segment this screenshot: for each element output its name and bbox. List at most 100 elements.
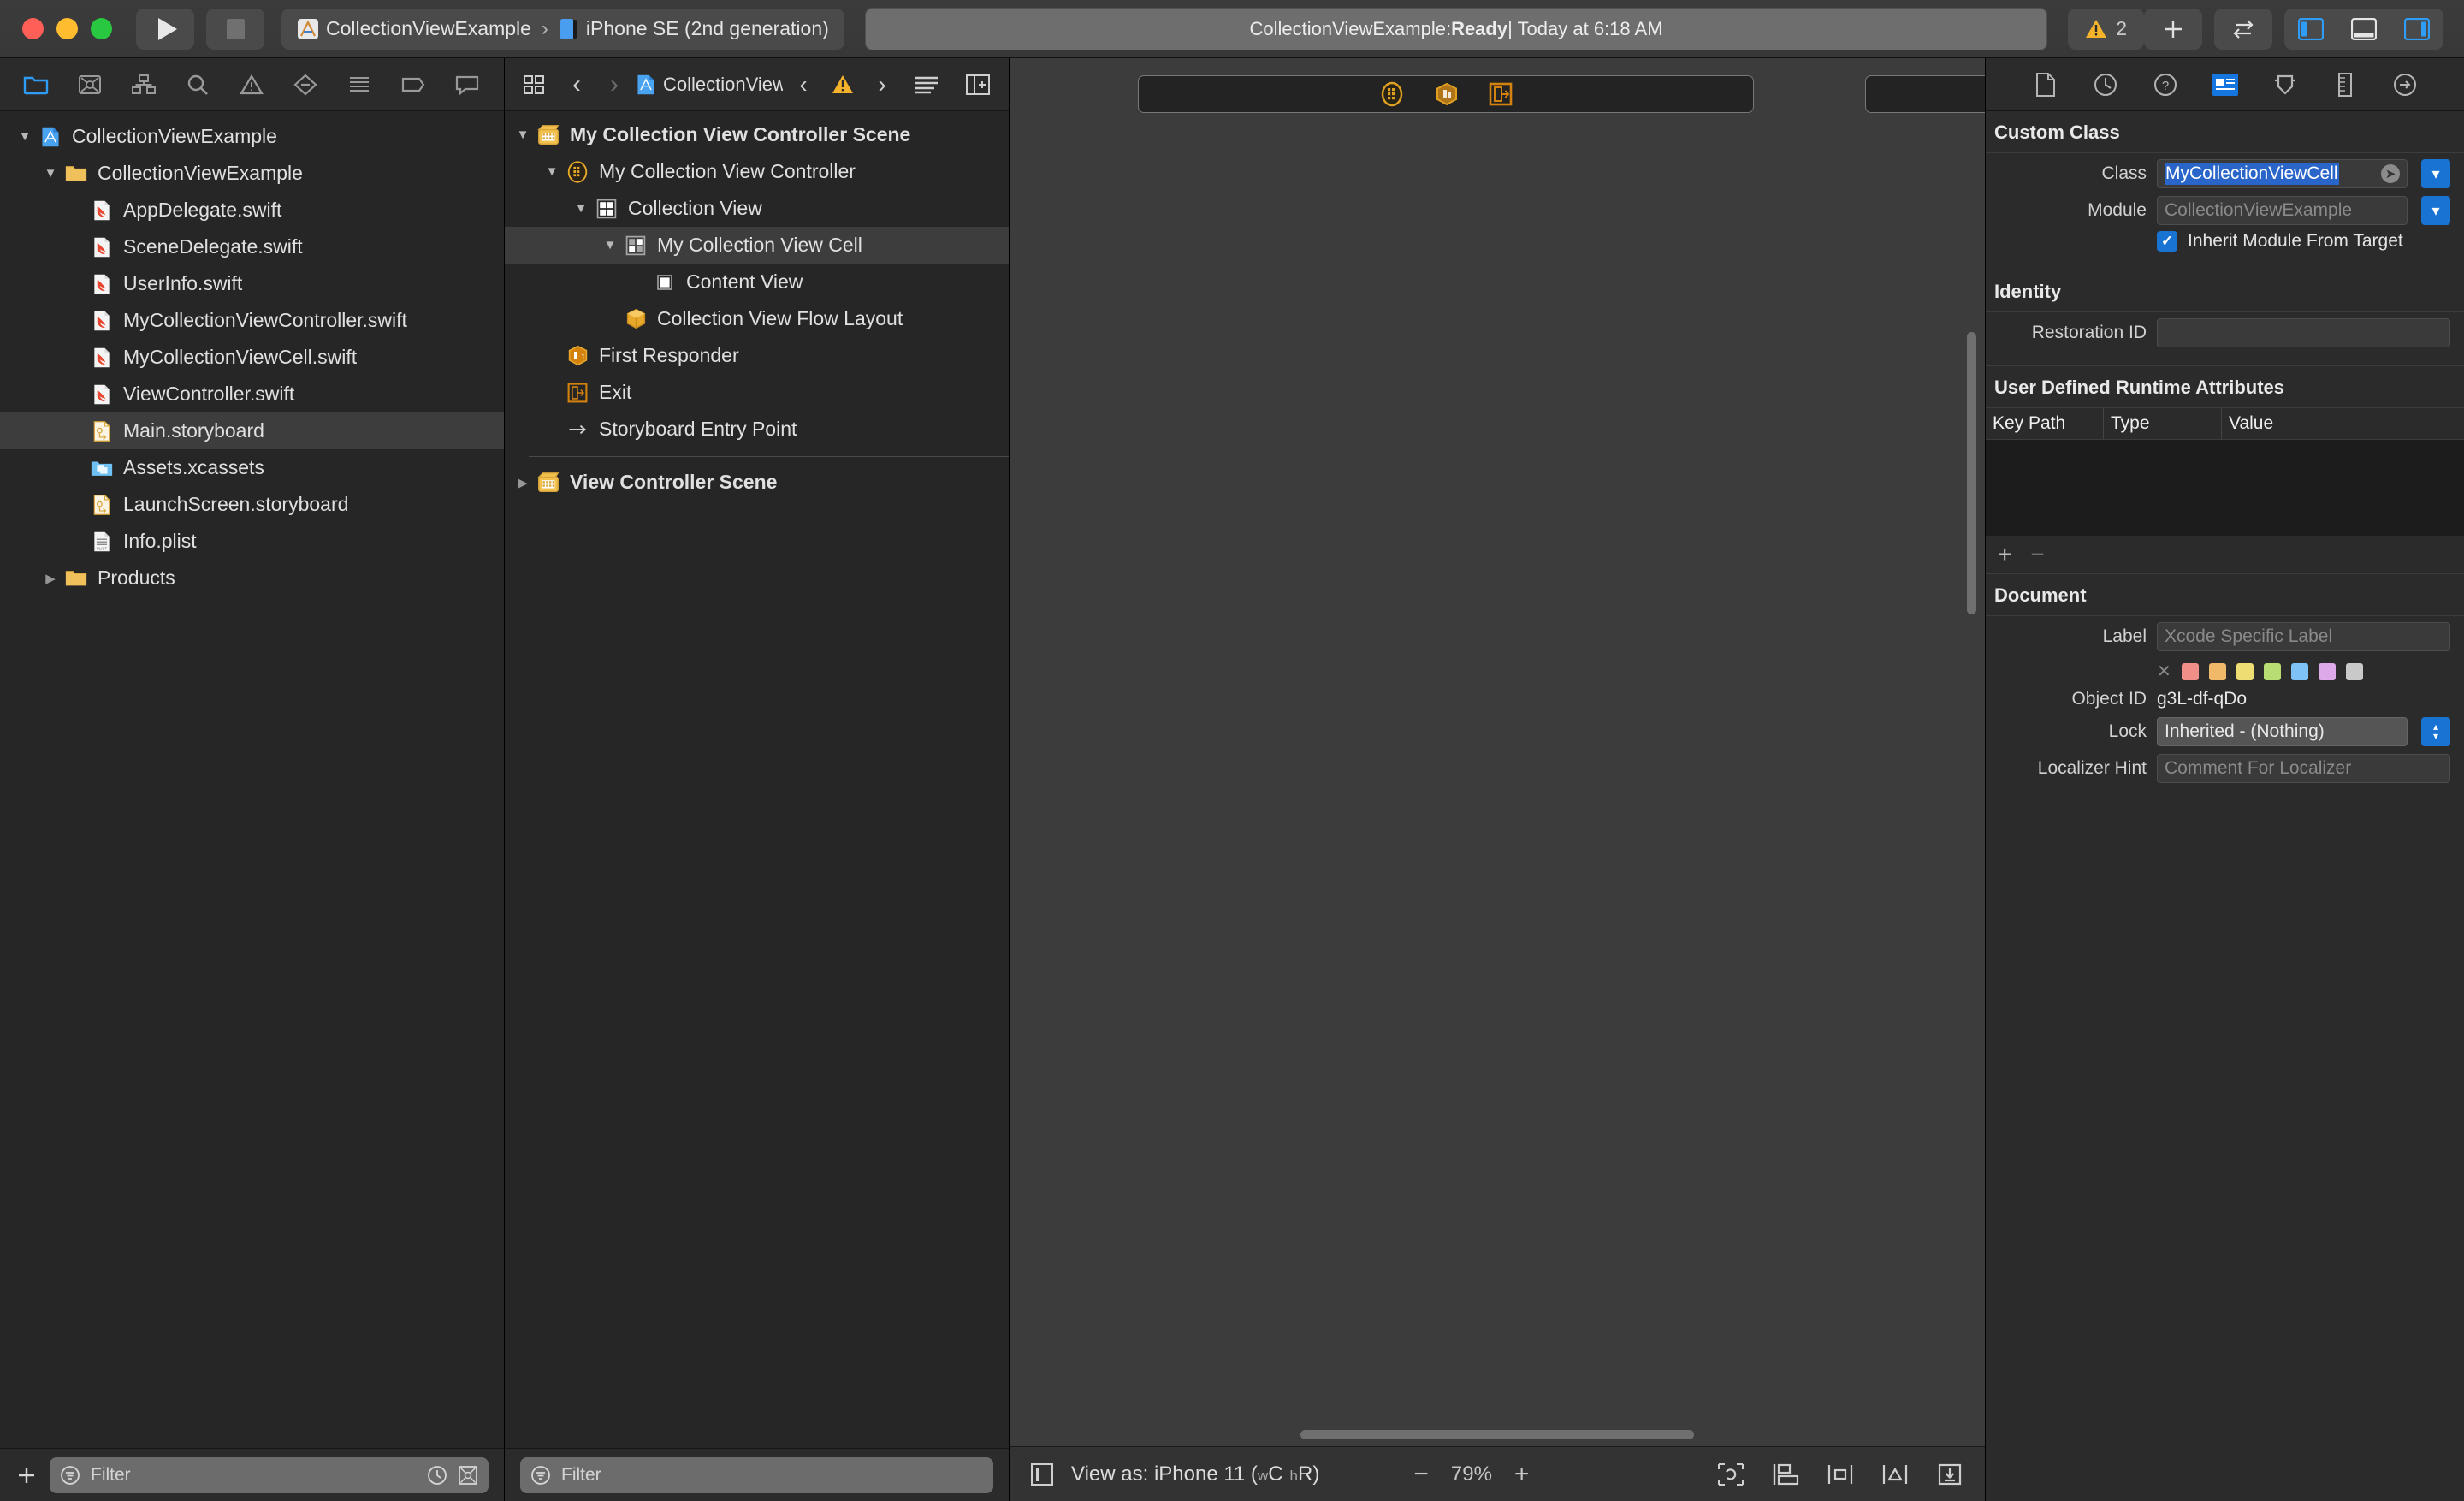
outline-filter-field[interactable]: Filter	[520, 1457, 993, 1493]
column-type[interactable]: Type	[2104, 408, 2222, 439]
lock-select[interactable]: Inherited - (Nothing)	[2157, 717, 2408, 746]
source-control-filter-icon[interactable]	[458, 1465, 478, 1486]
navigator-item-products[interactable]: ▶ Products	[0, 560, 504, 596]
quick-help-icon[interactable]: ?	[2140, 65, 2191, 104]
navigator-item-mycollectionviewcell-swift[interactable]: MyCollectionViewCell.swift	[0, 339, 504, 376]
module-input[interactable]: CollectionViewExample	[2157, 196, 2408, 225]
align-icon[interactable]	[1826, 1462, 1855, 1487]
collection-view-controller-icon[interactable]	[1379, 81, 1405, 107]
color-swatch-5[interactable]	[2318, 662, 2336, 680]
source-control-navigator-icon[interactable]	[62, 65, 116, 104]
outline-item-my-collection-view-cell[interactable]: ▼ My Collection View Cell	[505, 227, 1009, 264]
project-navigator-icon[interactable]	[9, 65, 62, 104]
zoom-in-button[interactable]: +	[1514, 1460, 1530, 1489]
secondary-scene-dock[interactable]	[1865, 75, 1985, 113]
add-runtime-attribute-button[interactable]: +	[1998, 541, 2011, 568]
color-swatch-0[interactable]	[2181, 662, 2199, 680]
test-navigator-icon[interactable]	[278, 65, 332, 104]
twisty[interactable]: ▼	[599, 238, 621, 252]
scene-dock[interactable]	[1138, 75, 1754, 113]
twisty[interactable]: ▶	[512, 475, 534, 490]
navigator-item-info-plist[interactable]: PLIST Info.plist	[0, 523, 504, 560]
twisty[interactable]: ▶	[39, 571, 62, 586]
add-editor-button[interactable]	[2144, 8, 2202, 50]
identity-inspector-icon[interactable]	[2200, 65, 2251, 104]
twisty[interactable]: ▼	[512, 128, 534, 142]
warning-count-badge[interactable]: 2	[2068, 8, 2144, 50]
prev-issue-button[interactable]: ‹	[786, 65, 820, 104]
lock-stepper-button[interactable]: ▴ ▾	[2421, 717, 2450, 746]
document-label-input[interactable]: Xcode Specific Label	[2157, 622, 2450, 651]
toggle-debug-area-button[interactable]	[2337, 8, 2390, 50]
inherit-module-checkbox[interactable]: ✓	[2157, 231, 2177, 252]
exit-icon[interactable]	[1489, 81, 1513, 107]
code-review-button[interactable]	[2214, 8, 2272, 50]
breadcrumb-item-0[interactable]: CollectionViewExample	[635, 72, 783, 98]
navigator-filter-field[interactable]: Filter	[50, 1457, 489, 1493]
breakpoint-navigator-icon[interactable]	[386, 65, 440, 104]
interface-builder-canvas[interactable]: 9:41 9:4	[1010, 58, 1985, 1446]
column-key-path[interactable]: Key Path	[1986, 408, 2104, 439]
outline-item-view-controller-scene[interactable]: ▶ View Controller Scene	[505, 464, 1009, 501]
stop-button[interactable]	[206, 8, 264, 50]
issue-navigator-icon[interactable]	[224, 65, 278, 104]
resolve-auto-layout-icon[interactable]	[1935, 1462, 1964, 1487]
class-dropdown-button[interactable]: ▾	[2421, 159, 2450, 188]
add-file-button[interactable]	[15, 1464, 38, 1486]
view-as-device-icon[interactable]	[1030, 1462, 1054, 1487]
pin-icon[interactable]	[1881, 1462, 1910, 1487]
canvas-vertical-scrollbar[interactable]	[1967, 332, 1976, 614]
color-swatch-1[interactable]	[2208, 662, 2226, 680]
outline-item-disclosure-right-icon[interactable]: ▶	[518, 475, 528, 490]
navigator-item-disclosure-right-icon[interactable]: ▶	[45, 571, 56, 586]
navigator-item-mycollectionviewcontroller-swift[interactable]: MyCollectionViewController.swift	[0, 302, 504, 339]
twisty[interactable]: ▼	[570, 201, 592, 216]
zoom-out-button[interactable]: −	[1413, 1460, 1429, 1489]
navigator-item-collectionviewexample[interactable]: ▼ CollectionViewExample	[0, 118, 504, 155]
attributes-inspector-icon[interactable]	[2260, 65, 2311, 104]
hierarchy-navigator-icon[interactable]	[116, 65, 170, 104]
outline-item-storyboard-entry-point[interactable]: Storyboard Entry Point	[505, 411, 1009, 448]
color-swatch-6[interactable]	[2345, 662, 2363, 680]
update-frames-icon[interactable]	[1716, 1462, 1745, 1487]
first-responder-icon[interactable]	[1434, 81, 1460, 107]
outline-item-disclosure-down-icon[interactable]: ▼	[546, 164, 559, 179]
twisty[interactable]: ▼	[14, 129, 36, 144]
navigate-forward-button[interactable]: ›	[597, 65, 631, 104]
run-button[interactable]	[136, 8, 194, 50]
recent-files-filter-icon[interactable]	[427, 1465, 447, 1486]
clear-color-button[interactable]: ✕	[2157, 661, 2171, 682]
outline-item-content-view[interactable]: Content View	[505, 264, 1009, 300]
history-inspector-icon[interactable]	[2080, 65, 2131, 104]
outline-item-disclosure-down-icon[interactable]: ▼	[575, 201, 588, 216]
canvas-horizontal-scrollbar[interactable]	[1300, 1430, 1694, 1439]
embed-in-icon[interactable]	[1771, 1462, 1800, 1487]
navigator-item-launchscreen-storyboard[interactable]: LaunchScreen.storyboard	[0, 486, 504, 523]
navigate-back-button[interactable]: ‹	[560, 65, 594, 104]
navigator-item-assets-xcassets[interactable]: Assets.xcassets	[0, 449, 504, 486]
minimize-window-button[interactable]	[56, 18, 78, 39]
navigator-item-userinfo-swift[interactable]: UserInfo.swift	[0, 265, 504, 302]
issue-warning-icon[interactable]	[824, 65, 862, 104]
module-dropdown-button[interactable]: ▾	[2421, 196, 2450, 225]
twisty[interactable]: ▼	[541, 164, 563, 179]
class-input[interactable]: MyCollectionViewCell ➤	[2157, 159, 2408, 188]
outline-item-my-collection-view-controller[interactable]: ▼ My Collection View Controller	[505, 153, 1009, 190]
runtime-attributes-table[interactable]	[1986, 440, 2464, 536]
outline-item-collection-view[interactable]: ▼ Collection View	[505, 190, 1009, 227]
navigator-item-viewcontroller-swift[interactable]: ViewController.swift	[0, 376, 504, 412]
outline-item-my-collection-view-controller-scene[interactable]: ▼ My Collection View Controller Scene	[505, 116, 1009, 153]
toggle-navigator-button[interactable]	[2284, 8, 2337, 50]
jump-to-definition-icon[interactable]: ➤	[2381, 164, 2400, 183]
navigator-item-scenedelegate-swift[interactable]: SceneDelegate.swift	[0, 228, 504, 265]
navigator-item-main-storyboard[interactable]: Main.storyboard	[0, 412, 504, 449]
navigator-item-appdelegate-swift[interactable]: AppDelegate.swift	[0, 192, 504, 228]
project-navigator-tree[interactable]: ▼ CollectionViewExample ▼ CollectionViewExa…	[0, 111, 504, 1448]
next-issue-button[interactable]: ›	[865, 65, 899, 104]
related-items-icon[interactable]	[512, 65, 556, 104]
zoom-window-button[interactable]	[91, 18, 112, 39]
size-inspector-icon[interactable]	[2319, 65, 2371, 104]
color-swatch-2[interactable]	[2236, 662, 2254, 680]
outline-item-exit[interactable]: Exit	[505, 374, 1009, 411]
navigator-item-disclosure-down-icon[interactable]: ▼	[44, 166, 57, 181]
